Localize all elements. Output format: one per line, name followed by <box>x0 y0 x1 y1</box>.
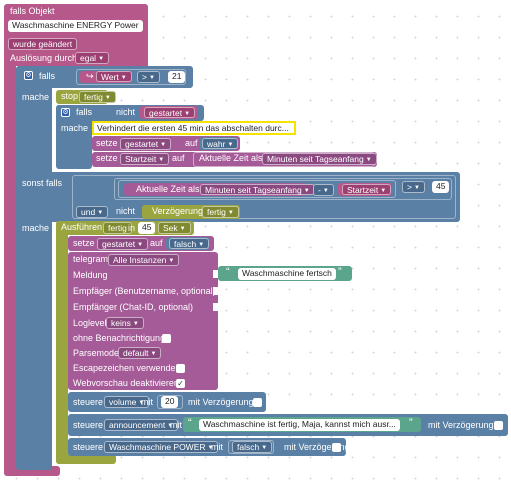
set3-setze-label: setze <box>73 238 95 248</box>
telegram-loglevel-dropdown[interactable]: keins ▼ <box>106 317 144 329</box>
if-falls-label: falls <box>39 71 56 81</box>
inner-if-falls-label: falls <box>76 107 93 117</box>
telegram-no-notification-label: ohne Benachrichtigung <box>73 333 166 343</box>
telegram-instance-dropdown[interactable]: Alle Instanzen ▼ <box>108 254 180 266</box>
telegram-webpreview-label: Webvorschau deaktivieren <box>73 378 179 388</box>
trigger-condition-dropdown[interactable]: wurde geändert <box>8 38 78 50</box>
input-notch <box>213 303 218 311</box>
function-icon: ↪ <box>86 71 94 81</box>
compare-operator-2[interactable]: > ▼ <box>402 181 425 193</box>
control2-target-dropdown[interactable]: announcement ▼ <box>104 419 179 431</box>
telegram-meldung-label: Meldung <box>73 270 108 280</box>
trigger-title: falls Objekt <box>10 6 55 16</box>
set2-time-format-dropdown[interactable]: Minuten seit Tagseanfang ▼ <box>262 153 377 165</box>
trigger-object-field[interactable]: Waschmaschine ENERGY Power <box>8 20 143 32</box>
gear-icon[interactable]: ⚙ <box>61 108 70 117</box>
elseif-label: sonst falls <box>22 178 63 188</box>
inner-if-mache-label: mache <box>61 123 89 133</box>
set2-setze-label: setze <box>96 153 118 163</box>
set1-var-dropdown[interactable]: gestartet ▼ <box>120 138 172 150</box>
control3-mit-label: mit <box>211 442 223 452</box>
control2-steuere-label: steuere <box>73 420 104 430</box>
timeout-check-label: Verzögerung <box>152 206 204 216</box>
message-open-quote: “ <box>226 266 230 278</box>
escape-checkbox[interactable] <box>176 364 185 373</box>
inner-var-dropdown[interactable]: gestartet ▼ <box>144 107 196 118</box>
timeout-in-label: in <box>128 223 136 233</box>
control1-steuere-label: steuere <box>73 397 104 407</box>
timeout-label: Ausführen <box>61 222 103 232</box>
minus-operator[interactable]: - ▼ <box>313 184 334 196</box>
timeout-unit-dropdown[interactable]: Sek ▼ <box>158 222 191 234</box>
telegram-parsemode-label: Parsemode <box>73 348 120 358</box>
set3-value-dropdown[interactable]: falsch ▼ <box>169 238 210 249</box>
control3-value-dropdown[interactable]: falsch ▼ <box>232 441 273 453</box>
and-dropdown[interactable]: und ▼ <box>76 206 109 218</box>
control2-delay-label: mit Verzögerung <box>428 420 494 430</box>
telegram-parsemode-dropdown[interactable]: default ▼ <box>118 347 162 359</box>
webpreview-checkbox[interactable]: ✓ <box>176 379 185 388</box>
set2-var-dropdown[interactable]: Startzeit ▼ <box>120 153 170 165</box>
elseif-mache-label: mache <box>22 223 50 233</box>
elseif-time-format-dropdown[interactable]: Minuten seit Tagseanfang ▼ <box>200 184 315 195</box>
compare-operator[interactable]: > ▼ <box>137 71 160 83</box>
message-close-quote: ” <box>338 266 342 278</box>
if-block[interactable] <box>16 66 52 470</box>
telegram-empfaenger-chat-label: Empfänger (Chat-ID, optional) <box>73 302 194 312</box>
trigger-block-left-rail <box>4 60 16 474</box>
startzeit-var-dropdown[interactable]: Startzeit ▼ <box>342 184 392 195</box>
compare-number[interactable]: 21 <box>168 71 186 83</box>
control3-target-dropdown[interactable]: Waschmaschine POWER ▼ <box>104 441 219 453</box>
set1-setze-label: setze <box>96 138 118 148</box>
control1-mit-label: mit <box>141 397 153 407</box>
control1-delay-checkbox[interactable] <box>253 398 262 407</box>
set2-auf-label: auf <box>172 153 185 163</box>
control2-value-field[interactable]: Waschmaschine ist fertig, Maja, kannst m… <box>199 419 400 431</box>
announcement-open-quote: “ <box>188 417 192 429</box>
gear-icon[interactable]: ⚙ <box>24 71 33 80</box>
control1-delay-label: mit Verzögerung <box>188 397 254 407</box>
control2-delay-checkbox[interactable] <box>494 421 503 430</box>
comment-block[interactable]: Verhindert die ersten 45 min das abschal… <box>92 121 296 135</box>
telegram-label: telegram <box>73 254 109 264</box>
elseif-time-label: Aktuelle Zeit als <box>136 184 200 194</box>
stop-dropdown[interactable]: fertig ▼ <box>79 91 116 103</box>
set1-auf-label: auf <box>185 138 198 148</box>
if-mache-label: mache <box>22 92 50 102</box>
compare-number-2[interactable]: 45 <box>432 181 450 193</box>
telegram-loglevel-label: Loglevel <box>73 318 107 328</box>
timeout-check-dropdown[interactable]: fertig ▼ <box>202 206 239 218</box>
telegram-escape-label: Escapezeichen verwenden <box>73 363 181 373</box>
control3-steuere-label: steuere <box>73 442 104 452</box>
elseif-not-label: nicht <box>116 206 136 216</box>
stop-label: stop <box>61 91 79 101</box>
set2-time-label: Aktuelle Zeit als <box>199 153 263 163</box>
control1-value-field[interactable]: 20 <box>161 396 179 408</box>
message-text-field[interactable]: Waschmaschine fertsch <box>238 268 336 280</box>
timeout-block[interactable] <box>56 221 68 464</box>
no-notification-checkbox[interactable] <box>162 334 171 343</box>
set3-var-dropdown[interactable]: gestartet ▼ <box>97 238 149 250</box>
control2-mit-label: mit <box>170 420 182 430</box>
set1-value-dropdown[interactable]: wahr ▼ <box>202 138 239 149</box>
control3-delay-checkbox[interactable] <box>332 443 341 452</box>
ack-label: Auslösung durch <box>10 53 78 63</box>
set3-auf-label: auf <box>150 238 163 248</box>
inner-not-label: nicht <box>116 107 136 117</box>
telegram-empfaenger-name-label: Empfäger (Benutzername, optional) <box>73 286 216 296</box>
announcement-close-quote: ” <box>409 417 413 429</box>
ack-dropdown[interactable]: egal ▼ <box>75 52 110 64</box>
value-dropdown[interactable]: Wert ▼ <box>96 71 132 82</box>
timeout-delay-field[interactable]: 45 <box>138 222 156 234</box>
